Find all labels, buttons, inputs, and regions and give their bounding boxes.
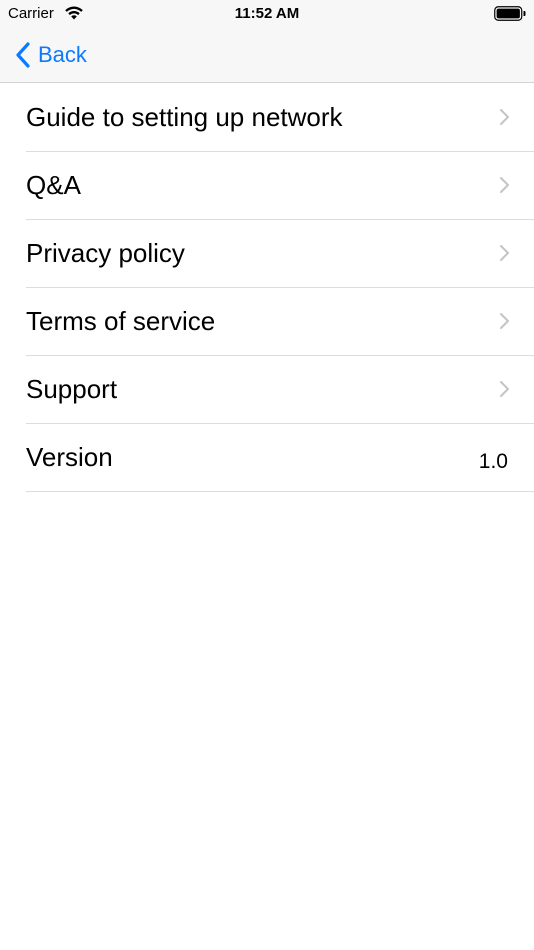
settings-list: Guide to setting up network Q&A Privacy …	[0, 84, 534, 492]
list-item-terms-of-service[interactable]: Terms of service	[26, 288, 534, 356]
chevron-right-icon	[500, 109, 509, 125]
list-item-privacy-policy[interactable]: Privacy policy	[26, 220, 534, 288]
version-value: 1.0	[478, 450, 508, 473]
list-item-label: Terms of service	[26, 306, 216, 336]
navigation-bar: Back	[0, 28, 534, 83]
chevron-right-icon	[500, 313, 509, 329]
back-button[interactable]: Back	[14, 39, 87, 71]
chevron-left-icon	[16, 42, 30, 68]
list-item-support[interactable]: Support	[26, 356, 534, 424]
status-bar: Carrier 11:52 AM	[0, 0, 534, 28]
back-label: Back	[38, 42, 87, 67]
battery-icon	[494, 6, 526, 21]
list-item-network-guide[interactable]: Guide to setting up network	[26, 84, 534, 152]
chevron-right-icon	[500, 177, 509, 193]
list-item-qa[interactable]: Q&A	[26, 152, 534, 220]
list-item-version: Version 1.0	[26, 424, 534, 492]
chevron-right-icon	[500, 381, 509, 397]
status-time: 11:52 AM	[234, 5, 300, 22]
list-item-label: Privacy policy	[26, 238, 185, 268]
list-item-label: Support	[26, 374, 118, 404]
list-item-label: Guide to setting up network	[26, 102, 343, 132]
list-item-label: Q&A	[26, 170, 81, 200]
version-label: Version	[26, 442, 113, 472]
settings-screen: Carrier 11:52 AM Back Guide to setting u…	[0, 0, 534, 950]
chevron-right-icon	[500, 245, 509, 261]
